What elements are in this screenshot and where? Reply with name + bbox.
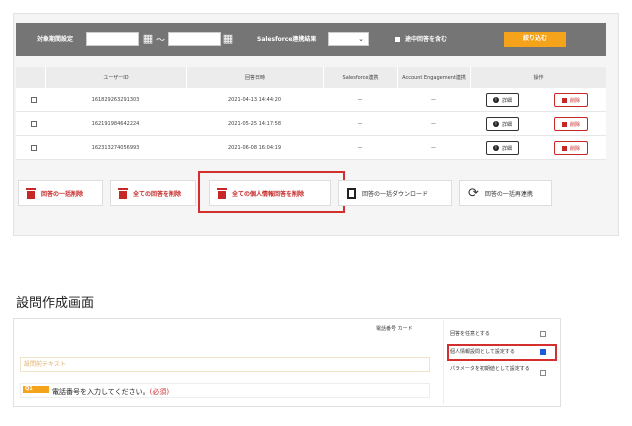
bulk-delete-button[interactable]: 回答の一括削除 <box>18 180 103 206</box>
detail-label: 詳細 <box>501 121 512 128</box>
delete-all-label: 全ての回答を削除 <box>133 190 182 198</box>
period-end-input[interactable] <box>168 32 221 46</box>
bulk-delete-label: 回答の一括削除 <box>41 190 84 198</box>
select-column-header <box>16 67 45 88</box>
question-text: 電話番号を入力してください。(必須) <box>52 388 170 396</box>
table-row: 161829263291303 2021-04-13 14:44:20 — — … <box>16 88 606 112</box>
delete-label: 削除 <box>569 97 580 104</box>
question-number-badge: Q1 <box>23 386 49 393</box>
delete-label: 削除 <box>569 145 580 152</box>
download-icon <box>347 187 356 199</box>
detail-button[interactable]: i 詳細 <box>486 141 519 155</box>
table-header: ユーザーID 回答日時 Salesforce連携 Account Engagem… <box>16 67 606 88</box>
period-label: 対象期間設定 <box>37 36 74 43</box>
column-header: ユーザーID <box>45 67 186 88</box>
answered-at-cell: 2021-06-08 16:04:19 <box>227 145 282 151</box>
info-icon: i <box>492 145 499 151</box>
calendar-icon[interactable]: ▦ <box>222 33 234 45</box>
trash-icon <box>118 187 128 199</box>
user-id-cell: 162191984642224 <box>91 121 140 127</box>
bulk-resync-button[interactable]: ⟳ 回答の一括再連携 <box>459 180 552 206</box>
delete-button[interactable]: 削除 <box>554 141 588 155</box>
detail-label: 詳細 <box>501 97 512 104</box>
question-row[interactable]: Q1 電話番号を入力してください。(必須) <box>20 383 430 398</box>
required-mark: (必須) <box>149 388 170 396</box>
period-start-input[interactable] <box>86 32 139 46</box>
salesforce-cell: — <box>357 97 363 103</box>
column-header: 回答日時 <box>186 67 323 88</box>
include-partial-checkbox[interactable] <box>395 37 400 42</box>
parameter-default-checkbox[interactable] <box>540 370 546 376</box>
section-title: 設問作成画面 <box>16 296 95 311</box>
period-separator: 〜 <box>156 36 166 46</box>
salesforce-cell: — <box>357 121 363 127</box>
chevron-down-icon: ⌄ <box>358 35 364 43</box>
salesforce-result-select[interactable]: ⌄ <box>328 32 369 46</box>
answered-at-cell: 2021-05-25 14:17:58 <box>227 121 282 127</box>
card-type-label: 電話番号 カード <box>376 326 413 332</box>
option-label: 回答を任意とする <box>450 331 490 337</box>
sync-icon: ⟳ <box>468 185 479 201</box>
salesforce-result-label: Salesforce連携結果 <box>257 36 317 43</box>
option-label: パラメータを初期値として設定する <box>450 366 530 372</box>
detail-button[interactable]: i 詳細 <box>486 93 519 107</box>
user-id-cell: 161829263291303 <box>91 97 140 103</box>
info-icon: i <box>492 121 499 127</box>
row-checkbox[interactable] <box>31 121 37 127</box>
bulk-download-button[interactable]: 回答の一括ダウンロード <box>338 180 452 206</box>
row-checkbox[interactable] <box>31 97 37 103</box>
info-icon: i <box>492 97 499 103</box>
delete-button[interactable]: 削除 <box>554 117 588 131</box>
account-engagement-cell: — <box>431 97 436 103</box>
table-row: 162191984642224 2021-05-25 14:17:58 — — … <box>16 112 606 136</box>
detail-label: 詳細 <box>501 145 512 152</box>
bulk-download-label: 回答の一括ダウンロード <box>362 190 429 198</box>
user-id-cell: 162313274056993 <box>91 145 140 151</box>
column-header: Salesforce連携 <box>323 67 397 88</box>
pre-question-text-field[interactable]: 設問前テキスト <box>20 357 430 372</box>
trash-icon <box>26 187 36 199</box>
delete-all-button[interactable]: 全ての回答を削除 <box>110 180 196 206</box>
delete-label: 削除 <box>569 121 580 128</box>
account-engagement-cell: — <box>431 121 436 127</box>
filter-bar: 対象期間設定 ▦ 〜 ▦ Salesforce連携結果 ⌄ 途中回答を含む 絞り… <box>16 23 606 56</box>
trash-icon <box>561 145 567 151</box>
optional-answer-checkbox[interactable] <box>540 331 546 337</box>
include-partial-label: 途中回答を含む <box>405 36 448 43</box>
column-header: Account Engagement連携 <box>397 67 470 88</box>
column-header: 操作 <box>470 67 606 88</box>
table-row: 162313274056993 2021-06-08 16:04:19 — — … <box>16 136 606 160</box>
calendar-icon[interactable]: ▦ <box>142 33 154 45</box>
answered-at-cell: 2021-04-13 14:44:20 <box>227 97 282 103</box>
trash-icon <box>561 121 567 127</box>
bulk-resync-label: 回答の一括再連携 <box>484 190 533 198</box>
detail-button[interactable]: i 詳細 <box>486 117 519 131</box>
salesforce-cell: — <box>357 145 363 151</box>
highlight-frame <box>198 171 345 213</box>
account-engagement-cell: — <box>431 145 436 151</box>
highlight-frame <box>447 344 557 361</box>
divider <box>443 320 444 404</box>
trash-icon <box>561 97 567 103</box>
delete-button[interactable]: 削除 <box>554 93 588 107</box>
filter-button[interactable]: 絞り込む <box>504 32 566 47</box>
row-checkbox[interactable] <box>31 145 37 151</box>
